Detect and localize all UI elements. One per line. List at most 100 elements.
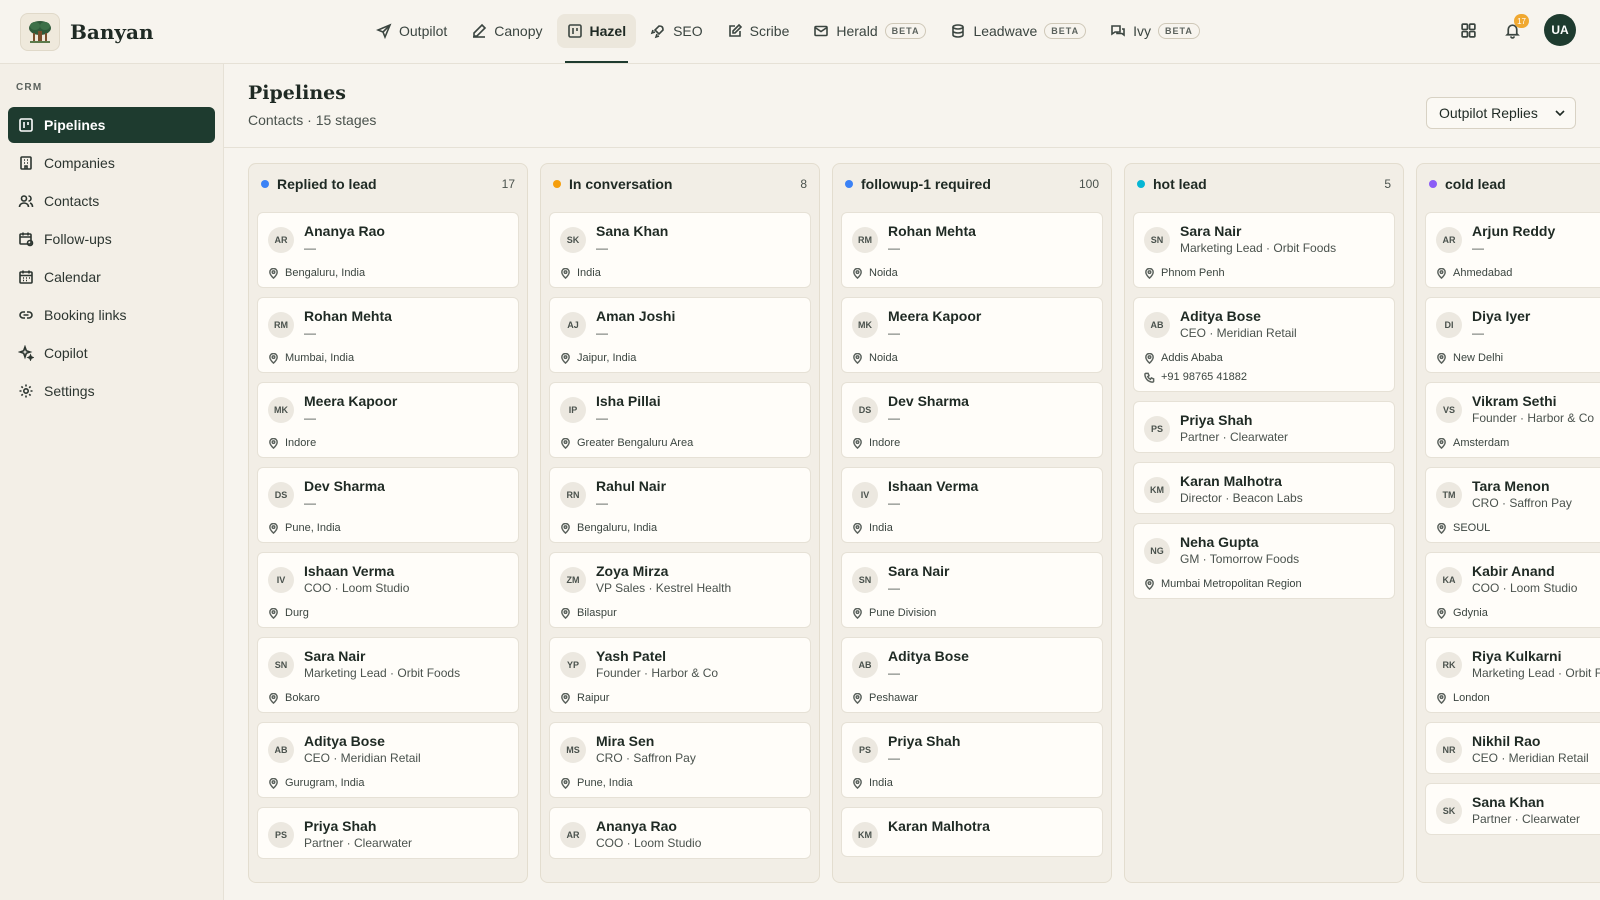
contact-card[interactable]: TM Tara Menon CRO · Saffron Pay SEOUL (1425, 467, 1600, 543)
contact-card[interactable]: IV Ishaan Verma — India (841, 467, 1103, 543)
contact-name: Priya Shah (304, 818, 377, 834)
contact-card[interactable]: IP Isha Pillai — Greater Bengaluru Area (549, 382, 811, 458)
contact-card[interactable]: RK Riya Kulkarni Marketing Lead · Orbit Fo… (1425, 637, 1600, 713)
column-header[interactable]: cold lead (1417, 164, 1600, 204)
contact-location: Pune Division (852, 607, 1090, 619)
nav-tab-outpilot[interactable]: Outpilot (366, 14, 457, 48)
contact-name: Meera Kapoor (888, 308, 982, 324)
contact-location: New Delhi (1436, 352, 1600, 364)
contact-title: COO · Loom Studio (1472, 581, 1578, 595)
contact-card[interactable]: AB Aditya Bose — Peshawar (841, 637, 1103, 713)
contact-card[interactable]: MK Meera Kapoor — Noida (841, 297, 1103, 373)
contact-card[interactable]: RN Rahul Nair — Bengaluru, India (549, 467, 811, 543)
pipeline-select[interactable]: Outpilot Replies (1426, 97, 1576, 129)
location-pin-icon (1145, 267, 1154, 279)
contact-name: Kabir Anand (1472, 563, 1555, 579)
sidebar-item-copilot[interactable]: Copilot (8, 335, 215, 371)
nav-tab-leadwave[interactable]: Leadwave BETA (940, 14, 1096, 48)
user-avatar[interactable]: UA (1544, 14, 1576, 46)
contact-card[interactable]: SN Sara Nair — Pune Division (841, 552, 1103, 628)
contact-card[interactable]: AJ Aman Joshi — Jaipur, India (549, 297, 811, 373)
contact-card[interactable]: KM Karan Malhotra (841, 807, 1103, 857)
contact-card[interactable]: SN Sara Nair Marketing Lead · Orbit Foods P… (1133, 212, 1395, 288)
contact-title: CEO · Meridian Retail (1472, 751, 1589, 765)
notifications-bell-icon[interactable]: 17 (1500, 14, 1529, 42)
sidebar-item-label: Companies (44, 155, 115, 171)
contact-card[interactable]: SN Sara Nair Marketing Lead · Orbit Foods B… (257, 637, 519, 713)
contact-name: Diya Iyer (1472, 308, 1531, 324)
sidebar-item-pipelines[interactable]: Pipelines (8, 107, 215, 143)
nav-tab-ivy[interactable]: Ivy BETA (1100, 14, 1210, 48)
contact-avatar: RN (560, 482, 586, 508)
sidebar-item-follow-ups[interactable]: Follow-ups (8, 221, 215, 257)
contact-location: Mumbai, India (268, 352, 506, 364)
contact-card[interactable]: KA Kabir Anand COO · Loom Studio Gdynia (1425, 552, 1600, 628)
contact-avatar: IV (268, 567, 294, 593)
contact-title: — (888, 581, 900, 595)
contact-name: Neha Gupta (1180, 534, 1259, 550)
column-count: 17 (501, 177, 515, 191)
pipeline-column: Replied to lead 17 AR Ananya Rao — Bengaluru,… (248, 163, 528, 883)
beta-badge: BETA (1158, 23, 1200, 39)
contact-card[interactable]: DI Diya Iyer — New Delhi (1425, 297, 1600, 373)
sidebar-item-booking-links[interactable]: Booking links (8, 297, 215, 333)
contact-card[interactable]: NG Neha Gupta GM · Tomorrow Foods Mumbai Me… (1133, 523, 1395, 599)
contact-location: India (560, 267, 798, 279)
nav-tab-canopy[interactable]: Canopy (461, 14, 552, 48)
column-header[interactable]: Replied to lead 17 (249, 164, 527, 204)
nav-tab-scribe[interactable]: Scribe (717, 14, 800, 48)
location-pin-icon (853, 607, 862, 619)
column-header[interactable]: followup-1 required 100 (833, 164, 1111, 204)
contact-card[interactable]: RM Rohan Mehta — Mumbai, India (257, 297, 519, 373)
main-nav: Outpilot Canopy Hazel SEO Scribe Herald BETA Le… (366, 14, 1210, 63)
contact-card[interactable]: DS Dev Sharma — Pune, India (257, 467, 519, 543)
contact-card[interactable]: VS Vikram Sethi Founder · Harbor & Co Amste… (1425, 382, 1600, 458)
edit-icon (473, 23, 487, 38)
contact-avatar: AB (268, 737, 294, 763)
contact-avatar: RM (852, 227, 878, 253)
contact-card[interactable]: PS Priya Shah — India (841, 722, 1103, 798)
apps-grid-icon[interactable] (1456, 18, 1480, 42)
nav-tab-seo[interactable]: SEO (640, 14, 713, 48)
column-header[interactable]: hot lead 5 (1125, 164, 1403, 204)
column-header[interactable]: In conversation 8 (541, 164, 819, 204)
contact-title: — (1472, 326, 1484, 340)
contact-card[interactable]: YP Yash Patel Founder · Harbor & Co Raipur (549, 637, 811, 713)
sidebar-item-contacts[interactable]: Contacts (8, 183, 215, 219)
contact-card[interactable]: NR Nikhil Rao CEO · Meridian Retail (1425, 722, 1600, 774)
contact-card[interactable]: SK Sana Khan — India (549, 212, 811, 288)
contact-name: Rohan Mehta (888, 223, 976, 239)
contact-avatar: PS (268, 822, 294, 848)
contact-card[interactable]: MS Mira Sen CRO · Saffron Pay Pune, India (549, 722, 811, 798)
contact-card[interactable]: KM Karan Malhotra Director · Beacon Labs (1133, 462, 1395, 514)
contact-card[interactable]: AR Ananya Rao — Bengaluru, India (257, 212, 519, 288)
contact-title: — (304, 241, 316, 255)
contact-avatar: SN (852, 567, 878, 593)
contact-card[interactable]: DS Dev Sharma — Indore (841, 382, 1103, 458)
location-pin-icon (561, 352, 570, 364)
contact-card[interactable]: IV Ishaan Verma COO · Loom Studio Durg (257, 552, 519, 628)
contact-card[interactable]: AR Ananya Rao COO · Loom Studio (549, 807, 811, 859)
contact-name: Ananya Rao (596, 818, 677, 834)
contact-card[interactable]: PS Priya Shah Partner · Clearwater (257, 807, 519, 859)
contact-card[interactable]: AB Aditya Bose CEO · Meridian Retail Gurugr… (257, 722, 519, 798)
contact-card[interactable]: ZM Zoya Mirza VP Sales · Kestrel Health Bil… (549, 552, 811, 628)
beta-badge: BETA (1044, 23, 1087, 39)
contact-location: Bengaluru, India (560, 522, 798, 534)
sidebar-item-companies[interactable]: Companies (8, 145, 215, 181)
contact-card[interactable]: PS Priya Shah Partner · Clearwater (1133, 401, 1395, 453)
nav-tab-hazel[interactable]: Hazel (556, 14, 637, 63)
contact-phone: +91 98765 41882 (1144, 371, 1382, 383)
location-pin-icon (269, 692, 278, 704)
contact-card[interactable]: RM Rohan Mehta — Noida (841, 212, 1103, 288)
contact-card[interactable]: AB Aditya Bose CEO · Meridian Retail Addis … (1133, 297, 1395, 392)
sidebar-item-settings[interactable]: Settings (8, 373, 215, 409)
contact-card[interactable]: SK Sana Khan Partner · Clearwater (1425, 783, 1600, 835)
contact-card[interactable]: AR Arjun Reddy — Ahmedabad (1425, 212, 1600, 288)
nav-tab-herald[interactable]: Herald BETA (803, 14, 936, 48)
app-logo[interactable]: Banyan (20, 13, 154, 51)
contact-card[interactable]: MK Meera Kapoor — Indore (257, 382, 519, 458)
contact-name: Zoya Mirza (596, 563, 669, 579)
sidebar-item-calendar[interactable]: Calendar (8, 259, 215, 295)
contact-avatar: NR (1436, 737, 1462, 763)
